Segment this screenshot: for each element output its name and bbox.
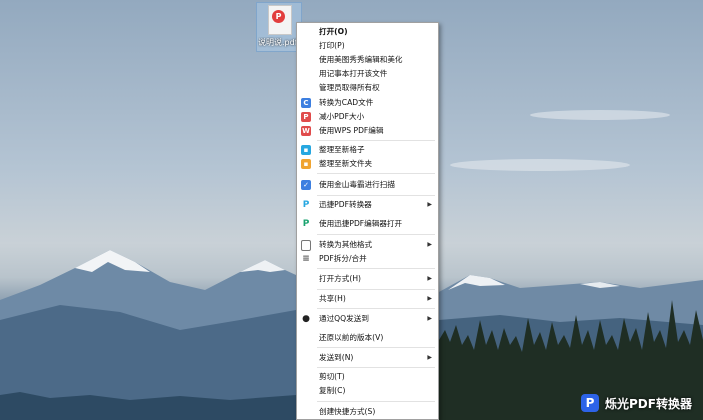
menu-item-ownership[interactable]: 管理员取得所有权 (297, 81, 438, 95)
menu-item-share[interactable]: 共享(H) ▶ (297, 292, 438, 306)
context-menu: 打开(O) 打印(P) 使用美图秀秀编辑和美化 用记事本打开该文件 管理员取得所… (296, 22, 439, 420)
menu-item-xunjie-editor[interactable]: P 使用迅捷PDF编辑器打开 (297, 217, 438, 231)
menu-item-cut[interactable]: 剪切(T) (297, 370, 438, 384)
menu-separator (317, 289, 435, 290)
submenu-arrow-icon: ▶ (427, 201, 432, 208)
menu-item-label: 共享(H) (319, 294, 346, 303)
xunjie-converter-icon: P (301, 200, 311, 210)
menu-separator (317, 347, 435, 348)
file-name-label: 说明说.pdf (258, 38, 298, 47)
menu-item-print[interactable]: 打印(P) (297, 39, 438, 53)
menu-item-label: 管理员取得所有权 (319, 83, 380, 92)
menu-separator (317, 140, 435, 141)
menu-item-split-merge[interactable]: ≡ PDF拆分/合并 (297, 252, 438, 266)
pdf-document-icon: P (268, 5, 292, 35)
xunjie-editor-icon: P (301, 219, 311, 229)
menu-item-label: 迅捷PDF转换器 (319, 200, 372, 209)
menu-separator (317, 234, 435, 235)
menu-item-label: 发送到(N) (319, 353, 354, 362)
logo-text: 烁光PDF转换器 (605, 396, 692, 411)
menu-item-convert-other[interactable]: 转换为其他格式 ▶ (297, 238, 438, 252)
menu-item-xunjie-converter[interactable]: P 迅捷PDF转换器 ▶ (297, 198, 438, 212)
menu-separator (317, 268, 435, 269)
shrink-pdf-icon: P (301, 112, 311, 122)
menu-item-to-cad[interactable]: C 转换为CAD文件 (297, 96, 438, 110)
menu-item-open[interactable]: 打开(O) (297, 25, 438, 39)
menu-separator (317, 173, 435, 174)
split-merge-icon: ≡ (301, 254, 311, 264)
menu-item-create-shortcut[interactable]: 创建快捷方式(S) (297, 405, 438, 419)
menu-item-label: 使用WPS PDF编辑 (319, 126, 384, 135)
menu-item-label: 转换为其他格式 (319, 240, 373, 249)
submenu-arrow-icon: ▶ (427, 354, 432, 361)
menu-item-shrink-pdf[interactable]: P 减小PDF大小 (297, 110, 438, 124)
menu-item-label: 使用迅捷PDF编辑器打开 (319, 219, 403, 228)
menu-item-kingsoft-scan[interactable]: ✓ 使用金山毒霸进行扫描 (297, 178, 438, 192)
logo-mark-icon: P (581, 394, 599, 412)
menu-item-copy[interactable]: 复制(C) (297, 384, 438, 398)
menu-item-label: 整理至新文件夹 (319, 159, 373, 168)
menu-separator (317, 401, 435, 402)
pdf-badge: P (272, 10, 285, 23)
menu-item-label: 转换为CAD文件 (319, 98, 374, 107)
convert-format-icon (301, 240, 311, 251)
menu-item-label: 打开方式(H) (319, 274, 362, 283)
menu-item-send-to[interactable]: 发送到(N) ▶ (297, 351, 438, 365)
menu-item-meitu[interactable]: 使用美图秀秀编辑和美化 (297, 53, 438, 67)
menu-item-qq-send[interactable]: ● 通过QQ发送到 ▶ (297, 312, 438, 326)
menu-item-label: 通过QQ发送到 (319, 314, 369, 323)
submenu-arrow-icon: ▶ (427, 275, 432, 282)
menu-item-label: 复制(C) (319, 386, 346, 395)
cad-icon: C (301, 98, 311, 108)
menu-item-wps-edit[interactable]: W 使用WPS PDF编辑 (297, 124, 438, 138)
grid-icon: ▪ (301, 145, 311, 155)
menu-item-new-folder[interactable]: ▪ 整理至新文件夹 (297, 157, 438, 171)
wps-pdf-icon: W (301, 126, 311, 136)
qq-penguin-icon: ● (301, 314, 311, 324)
menu-separator (317, 195, 435, 196)
submenu-arrow-icon: ▶ (427, 295, 432, 302)
menu-item-notepad[interactable]: 用记事本打开该文件 (297, 67, 438, 81)
menu-item-label: 使用金山毒霸进行扫描 (319, 180, 395, 189)
menu-item-new-grid[interactable]: ▪ 整理至新格子 (297, 143, 438, 157)
menu-item-label: 打开(O) (319, 27, 348, 36)
folder-icon: ▪ (301, 159, 311, 169)
menu-item-label: 剪切(T) (319, 372, 345, 381)
submenu-arrow-icon: ▶ (427, 315, 432, 322)
menu-item-label: 减小PDF大小 (319, 112, 365, 121)
submenu-arrow-icon: ▶ (427, 241, 432, 248)
desktop-background: P 说明说.pdf 打开(O) 打印(P) 使用美图秀秀编辑和美化 用记事本打开… (0, 0, 703, 420)
menu-separator (317, 308, 435, 309)
menu-item-restore[interactable]: 还原以前的版本(V) (297, 331, 438, 345)
menu-separator (317, 367, 435, 368)
watermark-logo: P 烁光PDF转换器 (581, 386, 703, 420)
menu-item-label: 用记事本打开该文件 (319, 69, 388, 78)
menu-item-label: 还原以前的版本(V) (319, 333, 384, 342)
menu-item-label: 使用美图秀秀编辑和美化 (319, 55, 403, 64)
menu-item-label: 创建快捷方式(S) (319, 407, 376, 416)
menu-item-label: 整理至新格子 (319, 145, 365, 154)
menu-item-label: PDF拆分/合并 (319, 254, 367, 263)
menu-item-label: 打印(P) (319, 41, 345, 50)
kingsoft-antivirus-icon: ✓ (301, 180, 311, 190)
menu-item-open-with[interactable]: 打开方式(H) ▶ (297, 272, 438, 286)
